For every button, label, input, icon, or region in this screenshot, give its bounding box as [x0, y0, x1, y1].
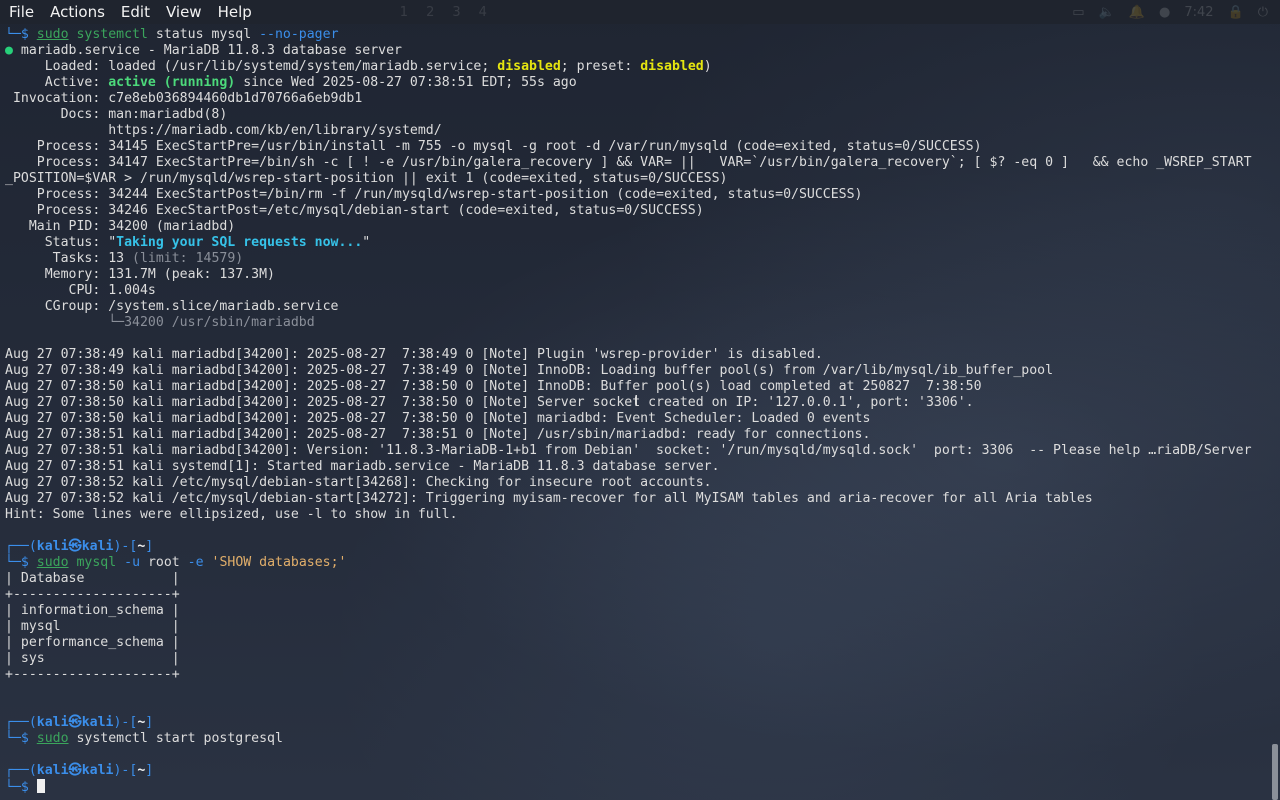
table-border: | Database | — [5, 571, 180, 586]
text-cursor — [36, 779, 45, 793]
network-icon: ● — [1158, 4, 1171, 20]
power-icon: ⏻ — [1257, 4, 1268, 20]
workspace-switcher-ghost: 1 2 3 4 — [400, 5, 487, 20]
mouse-ibeam-cursor: Ⅰ — [634, 392, 639, 410]
terminal-line: Aug 27 07:38:52 kali /etc/mysql/debian-s… — [5, 491, 1093, 506]
notification-bell-icon: 🔔 — [1128, 4, 1145, 20]
menu-actions[interactable]: Actions — [42, 0, 113, 24]
prompt-header: ┌──(kali㉿kali)-[~] — [5, 539, 154, 554]
prompt-command: └─$ sudo systemctl start postgresql — [5, 731, 283, 746]
volume-icon: 🔈 — [1098, 4, 1115, 20]
terminal-line: _POSITION=$VAR > /run/mysqld/wsrep-start… — [5, 171, 728, 186]
terminal-line: Hint: Some lines were ellipsized, use -l… — [5, 507, 458, 522]
terminal-scrollbar[interactable] — [1272, 744, 1278, 800]
menu-help[interactable]: Help — [210, 0, 260, 24]
workspace-2: 2 — [426, 4, 435, 20]
terminal-line: Active: active (running) since Wed 2025-… — [5, 75, 577, 90]
terminal-line: Aug 27 07:38:51 kali systemd[1]: Started… — [5, 459, 720, 474]
terminal-line: Memory: 131.7M (peak: 137.3M) — [5, 267, 275, 282]
prompt-command: └─$ sudo mysql -u root -e 'SHOW database… — [5, 555, 347, 570]
terminal-line: Process: 34244 ExecStartPost=/bin/rm -f … — [5, 187, 863, 202]
terminal-line: ● mariadb.service - MariaDB 11.8.3 datab… — [5, 43, 402, 58]
system-tray-ghost: ▭ 🔈 🔔 ● 7:42 🔒 ⏻ — [1072, 5, 1280, 20]
terminal-line: Aug 27 07:38:50 kali mariadbd[34200]: 20… — [5, 379, 982, 394]
terminal-line: Aug 27 07:38:49 kali mariadbd[34200]: 20… — [5, 363, 1054, 378]
terminal-line: Aug 27 07:38:49 kali mariadbd[34200]: 20… — [5, 347, 823, 362]
terminal-line: Aug 27 07:38:52 kali /etc/mysql/debian-s… — [5, 475, 712, 490]
table-row: | sys | — [5, 651, 180, 666]
menu-view[interactable]: View — [158, 0, 210, 24]
terminal-line: CGroup: /system.slice/mariadb.service — [5, 299, 339, 314]
prompt-header: ┌──(kali㉿kali)-[~] — [5, 715, 154, 730]
table-row: | mysql | — [5, 619, 180, 634]
terminal-line: Main PID: 34200 (mariadbd) — [5, 219, 236, 234]
terminal-line: CPU: 1.004s — [5, 283, 156, 298]
terminal-line: Tasks: 13 (limit: 14579) — [5, 251, 244, 266]
terminal-line: Aug 27 07:38:51 kali mariadbd[34200]: 20… — [5, 427, 871, 442]
terminal-line: Aug 27 07:38:50 kali mariadbd[34200]: 20… — [5, 395, 974, 410]
workspace-4: 4 — [478, 4, 487, 20]
terminal-line: └─34200 /usr/sbin/mariadbd — [5, 315, 315, 330]
lock-icon: 🔒 — [1227, 4, 1244, 20]
active-prompt[interactable]: └─$ — [5, 779, 45, 795]
terminal-line: Process: 34145 ExecStartPre=/usr/bin/ins… — [5, 139, 982, 154]
terminal-line: Loaded: loaded (/usr/lib/systemd/system/… — [5, 59, 712, 74]
table-row: | performance_schema | — [5, 635, 180, 650]
workspace-3: 3 — [452, 4, 461, 20]
terminal-output[interactable]: └─$ sudo systemctl status mysql --no-pag… — [0, 27, 1272, 800]
terminal-line: Status: "Taking your SQL requests now...… — [5, 235, 371, 250]
terminal-line: └─$ sudo systemctl status mysql --no-pag… — [5, 27, 339, 42]
terminal-line: https://mariadb.com/kb/en/library/system… — [5, 123, 442, 138]
table-header: +--------------------+ — [5, 587, 180, 602]
table-border: | information_schema | — [5, 603, 180, 618]
terminal-line: Docs: man:mariadbd(8) — [5, 107, 228, 122]
menu-edit[interactable]: Edit — [113, 0, 158, 24]
terminal-line: Invocation: c7e8eb036894460db1d70766a6eb… — [5, 91, 363, 106]
terminal-line: Aug 27 07:38:51 kali mariadbd[34200]: Ve… — [5, 443, 1252, 458]
screen-icon: ▭ — [1072, 4, 1085, 20]
terminal-line: Aug 27 07:38:50 kali mariadbd[34200]: 20… — [5, 411, 871, 426]
table-row: +--------------------+ — [5, 667, 180, 682]
terminal-line: Process: 34147 ExecStartPre=/bin/sh -c [… — [5, 155, 1252, 170]
clock: 7:42 — [1184, 4, 1214, 20]
terminal-menubar: File Actions Edit View Help 1 2 3 4 ▭ 🔈 … — [0, 0, 1280, 24]
workspace-1: 1 — [399, 4, 409, 20]
menu-file[interactable]: File — [0, 0, 42, 24]
prompt-header: ┌──(kali㉿kali)-[~] — [5, 763, 154, 778]
terminal-line: Process: 34246 ExecStartPost=/etc/mysql/… — [5, 203, 704, 218]
